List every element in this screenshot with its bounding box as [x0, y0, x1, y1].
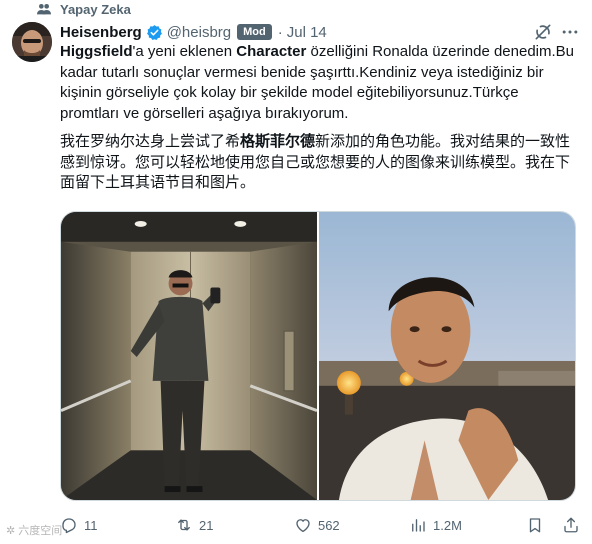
reply-button[interactable]: 11 [60, 516, 175, 534]
post-date[interactable]: Jul 14 [287, 24, 327, 41]
tweet-text: Higgsfield'a yeni eklenen Character özel… [60, 42, 580, 194]
grok-icon[interactable] [533, 22, 553, 42]
bookmark-icon [529, 518, 541, 533]
repost-icon [178, 519, 190, 531]
people-icon [37, 4, 51, 15]
separator-dot: · [277, 23, 283, 41]
views-button[interactable]: 1.2M [409, 516, 526, 534]
more-icon[interactable] [560, 22, 580, 42]
share-icon [564, 517, 578, 533]
repost-button[interactable]: 21 [175, 516, 294, 534]
bookmark-button[interactable] [526, 516, 544, 534]
share-button[interactable] [544, 516, 580, 534]
action-bar: 11 21 562 1.2M [60, 514, 580, 536]
views-count: 1.2M [433, 517, 462, 533]
mod-badge[interactable]: Mod [237, 24, 272, 40]
media-image-elevator[interactable] [61, 212, 317, 500]
tweet-text-segment: 'a yeni eklenen [132, 43, 237, 60]
social-context[interactable]: Yapay Zeka [36, 0, 131, 18]
watermark-text: 六度空间 [18, 525, 63, 537]
author-name[interactable]: Heisenberg [60, 24, 142, 41]
like-count: 562 [317, 517, 340, 533]
repost-count: 21 [199, 517, 214, 533]
tweet-text-segment: 我在罗纳尔达身上尝试了希 [60, 133, 241, 150]
watermark-logo-icon: ✲ [6, 524, 16, 537]
tweet-header: Heisenberg @heisbrg Mod · Jul 14 [60, 22, 327, 42]
media-grid [60, 211, 576, 501]
reply-icon [62, 518, 76, 534]
media-image-selfie[interactable] [319, 212, 575, 500]
reply-count: 11 [84, 517, 98, 533]
tweet-text-turkish: Higgsfield'a yeni eklenen Character özel… [60, 42, 580, 124]
feature-character: Character [236, 43, 307, 60]
like-icon [296, 519, 310, 533]
social-context-label: Yapay Zeka [60, 1, 131, 17]
tweet-text-chinese: 我在罗纳尔达身上尝试了希格斯菲尔德新添加的角色功能。我对结果的一致性感到惊讶。您… [60, 132, 580, 194]
views-icon [412, 519, 425, 532]
like-button[interactable]: 562 [294, 516, 409, 534]
author-handle[interactable]: @heisbrg [167, 24, 231, 41]
bold-segment: 格斯菲尔德 [240, 133, 316, 150]
watermark: ✲ 六度空间 [6, 522, 62, 538]
verified-icon [146, 24, 162, 40]
avatar[interactable] [12, 22, 52, 62]
mention-higgsfield: Higgsfield [60, 43, 133, 60]
